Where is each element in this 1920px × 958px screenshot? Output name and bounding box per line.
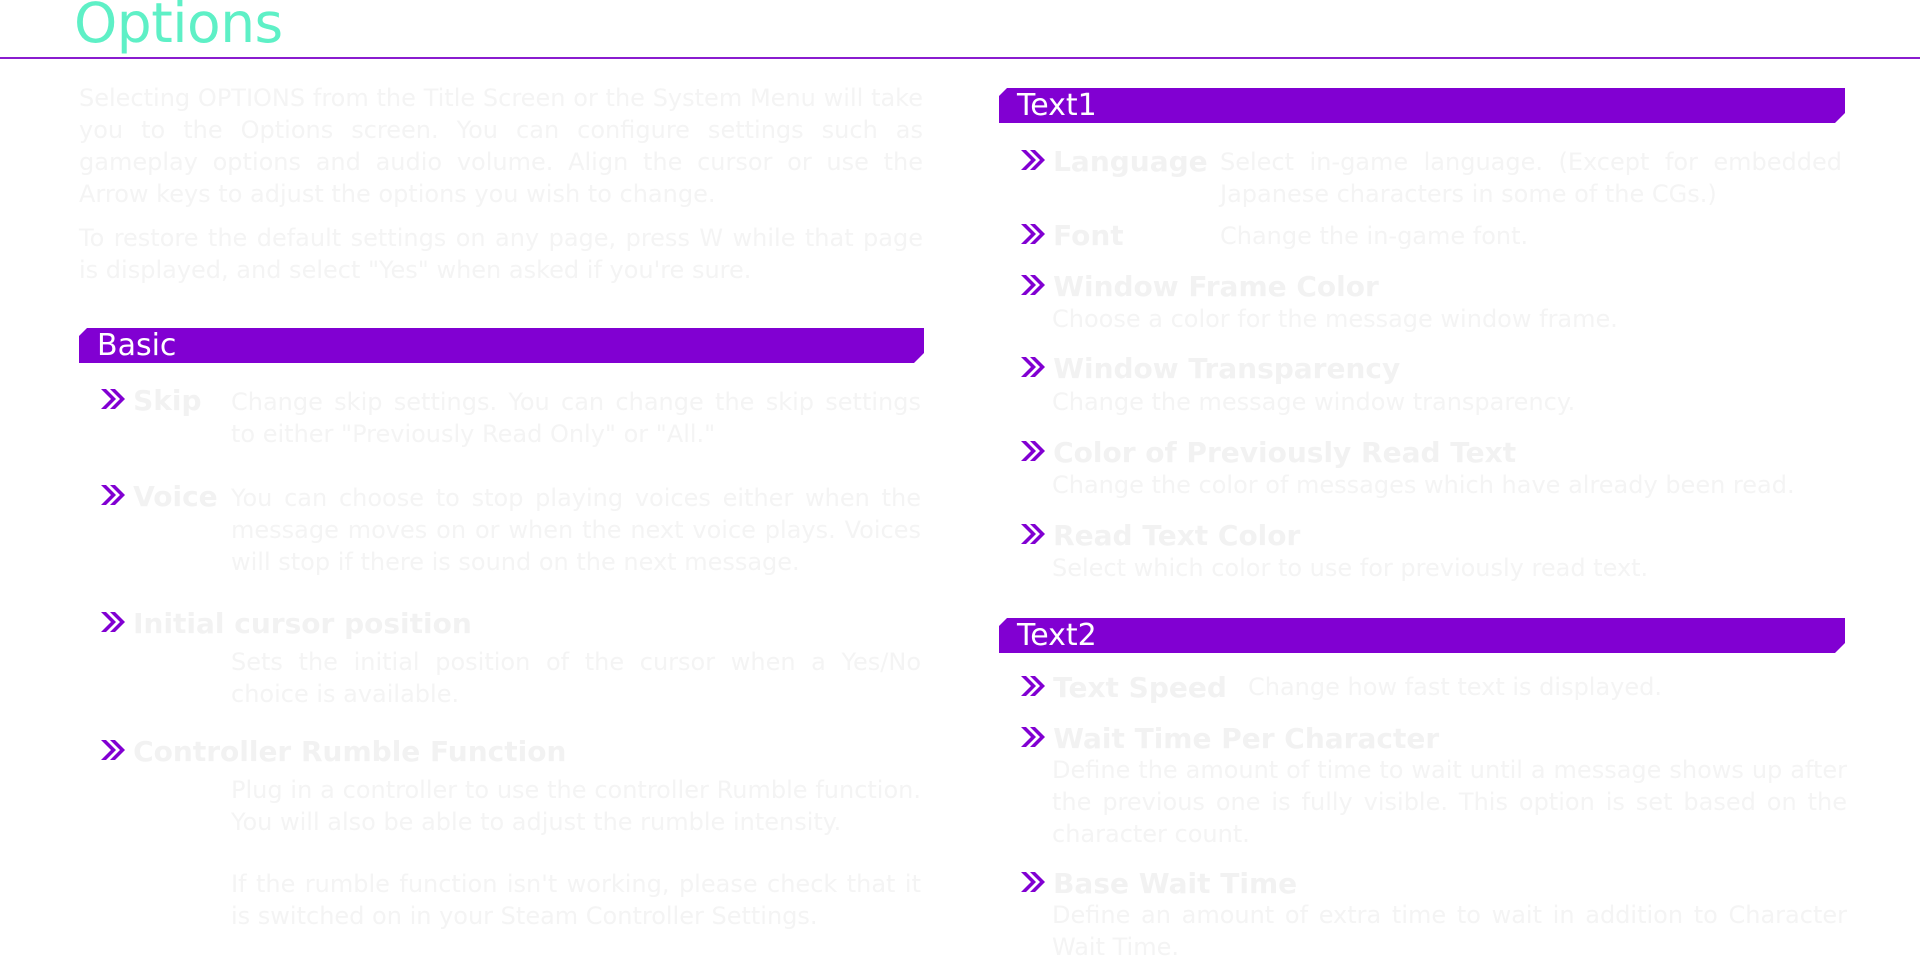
- option-desc-window-frame-color: Choose a color for the message window fr…: [1052, 305, 1618, 333]
- double-chevron-icon: [1020, 356, 1046, 378]
- option-desc-read-text-color: Select which color to use for previously…: [1052, 554, 1649, 582]
- double-chevron-icon: [100, 484, 126, 506]
- option-item-read-text-color: Read Text Color: [1020, 518, 1300, 554]
- intro-paragraph-2: To restore the default settings on any p…: [79, 224, 923, 284]
- option-item-base-wait-time: Base Wait Time: [1020, 866, 1297, 902]
- option-item-initial-cursor: Initial cursor position: [100, 606, 472, 642]
- double-chevron-icon: [100, 611, 126, 633]
- option-name-read-text-color: Read Text Color: [1053, 519, 1301, 552]
- option-desc-base-wait-time: Define an amount of extra time to wait i…: [1052, 901, 1847, 958]
- option-item-font: Font: [1020, 218, 1124, 254]
- double-chevron-icon: [1020, 726, 1046, 748]
- option-desc-color-previously-read: Change the color of messages which have …: [1052, 471, 1795, 499]
- option-name-language: Language: [1053, 145, 1208, 178]
- double-chevron-icon: [100, 739, 126, 761]
- double-chevron-icon: [1020, 675, 1046, 697]
- option-item-controller-rumble: Controller Rumble Function: [100, 734, 566, 770]
- section-header-text2: Text2: [999, 618, 1845, 653]
- option-item-color-previously-read: Color of Previously Read Text: [1020, 435, 1516, 471]
- option-name-base-wait-time: Base Wait Time: [1053, 867, 1298, 900]
- option-item-window-frame-color: Window Frame Color: [1020, 269, 1379, 305]
- double-chevron-icon: [1020, 274, 1046, 296]
- section-label-basic: Basic: [97, 328, 177, 363]
- option-name-text-speed: Text Speed: [1053, 671, 1227, 704]
- option-desc-skip: Change skip settings. You can change the…: [231, 388, 921, 448]
- option-name-voice: Voice: [133, 480, 218, 513]
- double-chevron-icon: [1020, 440, 1046, 462]
- option-desc-controller-rumble: Plug in a controller to use the controll…: [231, 776, 921, 836]
- option-desc-voice: You can choose to stop playing voices ei…: [231, 484, 921, 576]
- option-desc-language: Select in-game language. (Except for emb…: [1220, 148, 1842, 208]
- option-name-wait-time-per-character: Wait Time Per Character: [1053, 722, 1440, 755]
- double-chevron-icon: [1020, 223, 1046, 245]
- option-name-initial-cursor: Initial cursor position: [133, 607, 472, 640]
- double-chevron-icon: [1020, 149, 1046, 171]
- option-item-language: Language: [1020, 144, 1208, 180]
- option-name-window-transparency: Window Transparency: [1053, 352, 1401, 385]
- option-item-window-transparency: Window Transparency: [1020, 351, 1400, 387]
- page-title: Options: [74, 0, 283, 55]
- option-desc-initial-cursor: Sets the initial position of the cursor …: [231, 648, 921, 708]
- option-name-window-frame-color: Window Frame Color: [1053, 270, 1379, 303]
- option-item-voice: Voice: [100, 479, 218, 515]
- title-divider: [0, 57, 1920, 59]
- section-label-text1: Text1: [1017, 88, 1097, 123]
- option-desc-wait-time-per-character: Define the amount of time to wait until …: [1052, 756, 1847, 848]
- option-name-controller-rumble: Controller Rumble Function: [133, 735, 567, 768]
- option-item-wait-time-per-character: Wait Time Per Character: [1020, 721, 1439, 757]
- option-name-font: Font: [1053, 219, 1124, 252]
- option-name-skip: Skip: [133, 384, 202, 417]
- double-chevron-icon: [1020, 523, 1046, 545]
- section-header-basic: Basic: [79, 328, 924, 363]
- option-desc-window-transparency: Change the message window transparency.: [1052, 388, 1576, 416]
- option-item-skip: Skip: [100, 383, 202, 419]
- option-name-color-previously-read: Color of Previously Read Text: [1053, 436, 1517, 469]
- section-header-text1: Text1: [999, 88, 1845, 123]
- options-page: Options Selecting OPTIONS from the Title…: [0, 0, 1920, 958]
- double-chevron-icon: [100, 388, 126, 410]
- option-desc-font: Change the in-game font.: [1220, 222, 1529, 250]
- option-desc-controller-rumble-note: If the rumble function isn't working, pl…: [231, 870, 921, 930]
- double-chevron-icon: [1020, 871, 1046, 893]
- section-label-text2: Text2: [1017, 618, 1097, 653]
- option-item-text-speed: Text Speed: [1020, 670, 1227, 706]
- intro-paragraph-1: Selecting OPTIONS from the Title Screen …: [79, 84, 923, 208]
- option-desc-text-speed: Change how fast text is displayed.: [1248, 673, 1663, 701]
